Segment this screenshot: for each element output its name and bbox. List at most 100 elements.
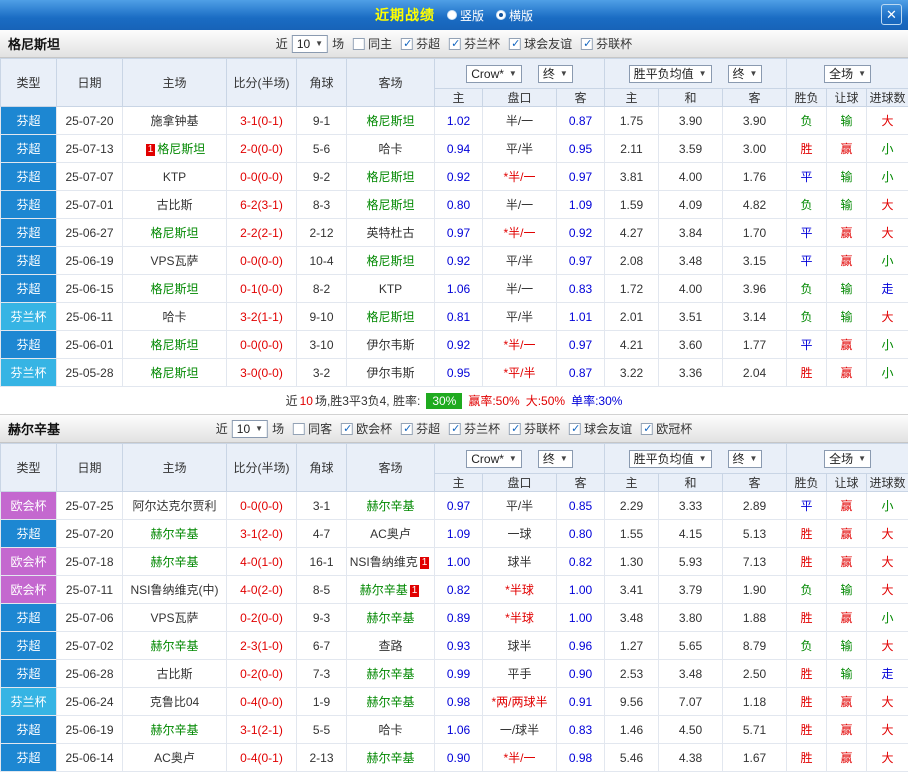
away-team-name: 查路	[378, 639, 402, 653]
filter-item[interactable]: 同主	[353, 35, 392, 52]
filter-checkbox[interactable]	[341, 423, 353, 435]
avg-home-cell: 2.11	[605, 135, 659, 163]
team-bar: 格尼斯坦 近10▼场同主芬超芬兰杯球会友谊芬联杯	[0, 30, 908, 58]
avg-home-cell: 4.21	[605, 331, 659, 359]
away-team-name: 赫尔辛基	[366, 499, 414, 513]
filter-checkbox[interactable]	[401, 38, 413, 50]
odds-source-select[interactable]: Crow*▼	[466, 65, 522, 83]
filter-checkbox[interactable]	[641, 423, 653, 435]
recent-count-select[interactable]: 10▼	[232, 420, 268, 438]
avg-away-cell: 2.04	[723, 359, 787, 387]
away-team-cell: 格尼斯坦	[347, 107, 435, 135]
filter-item[interactable]: 球会友谊	[569, 420, 632, 437]
avg-final-select[interactable]: 终▼	[728, 450, 763, 468]
away-team-cell: 查路	[347, 632, 435, 660]
filter-item[interactable]: 芬兰杯	[449, 35, 500, 52]
goals-result-cell: 大	[867, 548, 908, 576]
scope-select[interactable]: 全场▼	[824, 65, 871, 83]
filter-item[interactable]: 芬联杯	[509, 420, 560, 437]
filter-item[interactable]: 欧冠杯	[641, 420, 692, 437]
filter-item[interactable]: 欧会杯	[341, 420, 392, 437]
avg-home-cell: 1.27	[605, 632, 659, 660]
home-team-name: VPS瓦萨	[150, 611, 198, 625]
handicap-result-cell: 输	[827, 660, 867, 688]
red-card-badge: 1	[410, 585, 420, 597]
filter-item[interactable]: 芬超	[401, 35, 440, 52]
away-team-name: AC奥卢	[370, 527, 411, 541]
col-home: 主场	[123, 59, 227, 107]
goals-result-cell: 小	[867, 604, 908, 632]
filter-item[interactable]: 芬兰杯	[449, 420, 500, 437]
home-team-name: 格尼斯坦	[150, 366, 198, 380]
handicap-result-cell: 输	[827, 303, 867, 331]
away-odds-cell: 0.83	[557, 716, 605, 744]
sub-odds-home: 主	[435, 89, 483, 107]
avg-draw-cell: 7.07	[659, 688, 723, 716]
filter-item[interactable]: 同客	[293, 420, 332, 437]
title-bar: 近期战绩 竖版 横版 ✕	[0, 0, 908, 30]
handicap-cell: 半/一	[483, 275, 557, 303]
match-row: 芬超25-06-01格尼斯坦0-0(0-0)3-10伊尔韦斯0.92*半/一0.…	[1, 331, 908, 359]
scope-select[interactable]: 全场▼	[824, 450, 871, 468]
avg-final-select[interactable]: 终▼	[728, 65, 763, 83]
handicap-cell: 平/半	[483, 303, 557, 331]
avg-type-select[interactable]: 胜平负均值▼	[629, 65, 712, 83]
avg-away-cell: 4.82	[723, 191, 787, 219]
score-cell: 3-0(0-0)	[227, 359, 297, 387]
filter-checkbox[interactable]	[581, 38, 593, 50]
away-odds-cell: 0.87	[557, 359, 605, 387]
home-odds-cell: 0.98	[435, 688, 483, 716]
handicap-cell: 球半	[483, 548, 557, 576]
goals-result-cell: 大	[867, 632, 908, 660]
view-option-vertical[interactable]: 竖版	[447, 7, 484, 24]
avg-type-select[interactable]: 胜平负均值▼	[629, 450, 712, 468]
away-team-cell: AC奥卢	[347, 520, 435, 548]
odds-final-select[interactable]: 终▼	[538, 65, 573, 83]
corner-cell: 16-1	[297, 548, 347, 576]
away-odds-cell: 0.85	[557, 492, 605, 520]
score-cell: 3-1(2-0)	[227, 520, 297, 548]
sub-odds-home: 主	[435, 474, 483, 492]
team-name: 赫尔辛基	[0, 419, 60, 438]
filter-checkbox[interactable]	[293, 423, 305, 435]
recent-count-select[interactable]: 10▼	[292, 35, 328, 53]
radio-vertical-icon[interactable]	[447, 10, 457, 20]
filter-checkbox[interactable]	[449, 423, 461, 435]
odds-source-select[interactable]: Crow*▼	[466, 450, 522, 468]
home-team-name: 格尼斯坦	[150, 226, 198, 240]
filter-checkbox[interactable]	[509, 423, 521, 435]
date-cell: 25-05-28	[57, 359, 123, 387]
filter-checkbox[interactable]	[353, 38, 365, 50]
corner-cell: 9-1	[297, 107, 347, 135]
filter-item[interactable]: 芬联杯	[581, 35, 632, 52]
sub-goals: 进球数	[867, 89, 908, 107]
close-icon[interactable]: ✕	[881, 4, 902, 25]
away-team-name: 哈卡	[378, 142, 402, 156]
filter-checkbox[interactable]	[401, 423, 413, 435]
avg-draw-cell: 3.80	[659, 604, 723, 632]
home-team-name: 赫尔辛基	[150, 639, 198, 653]
odds-final-select[interactable]: 终▼	[538, 450, 573, 468]
home-team-name: AC奥卢	[154, 751, 195, 765]
corner-cell: 7-3	[297, 660, 347, 688]
home-odds-cell: 0.81	[435, 303, 483, 331]
wdl-result-cell: 负	[787, 632, 827, 660]
filter-label: 芬兰杯	[464, 35, 500, 52]
away-odds-cell: 0.97	[557, 331, 605, 359]
filter-item[interactable]: 球会友谊	[509, 35, 572, 52]
chevron-down-icon: ▼	[560, 69, 568, 78]
filter-checkbox[interactable]	[509, 38, 521, 50]
view-option-horizontal[interactable]: 横版	[496, 7, 533, 24]
filter-checkbox[interactable]	[449, 38, 461, 50]
goals-result-cell: 小	[867, 359, 908, 387]
filter-item[interactable]: 芬超	[401, 420, 440, 437]
away-odds-cell: 1.00	[557, 604, 605, 632]
filter-checkbox[interactable]	[569, 423, 581, 435]
away-team-name: 赫尔辛基	[366, 695, 414, 709]
avg-draw-cell: 4.00	[659, 163, 723, 191]
date-cell: 25-07-06	[57, 604, 123, 632]
date-cell: 25-07-02	[57, 632, 123, 660]
score-cell: 4-0(1-0)	[227, 548, 297, 576]
radio-horizontal-icon[interactable]	[496, 10, 506, 20]
score-cell: 3-1(2-1)	[227, 716, 297, 744]
